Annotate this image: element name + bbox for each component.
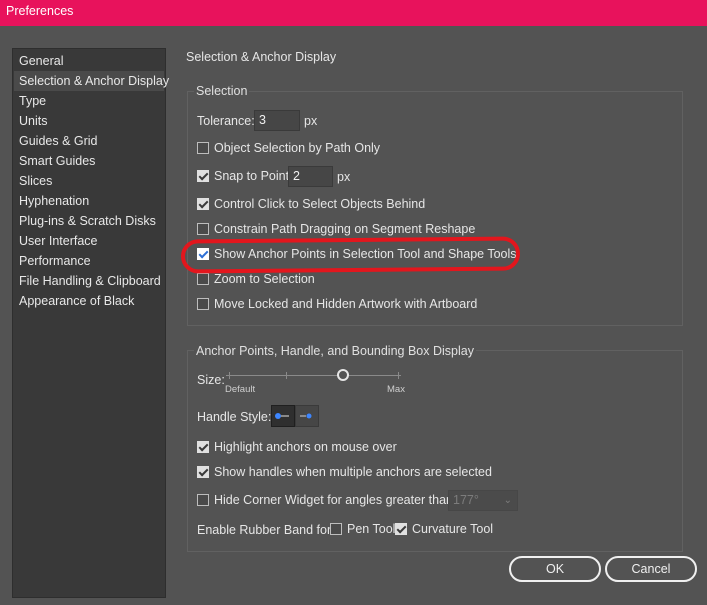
sidebar-item-type[interactable]: Type	[14, 91, 164, 111]
highlight-anchors-row[interactable]: Highlight anchors on mouse over	[197, 438, 397, 456]
constrain-path-label: Constrain Path Dragging on Segment Resha…	[214, 222, 476, 236]
highlight-anchors-label: Highlight anchors on mouse over	[214, 440, 397, 454]
sidebar-item-appearance-of-black[interactable]: Appearance of Black	[14, 291, 164, 311]
preferences-category-list[interactable]: General Selection & Anchor Display Type …	[12, 48, 169, 598]
snap-to-point-unit: px	[337, 170, 351, 184]
sidebar-item-plugins-scratch-disks[interactable]: Plug-ins & Scratch Disks	[14, 211, 164, 231]
handle-solid-icon	[275, 413, 289, 419]
handle-style-label: Handle Style:	[197, 410, 272, 424]
size-slider-tick	[286, 372, 287, 379]
rubber-band-label: Enable Rubber Band for:	[197, 523, 335, 537]
snap-to-point-label: Snap to Point	[214, 169, 290, 183]
curvature-tool-row[interactable]: Curvature Tool	[395, 520, 493, 538]
show-handles-label: Show handles when multiple anchors are s…	[214, 465, 492, 479]
control-click-checkbox[interactable]	[197, 198, 209, 210]
constrain-path-checkbox[interactable]	[197, 223, 209, 235]
hide-corner-widget-row[interactable]: Hide Corner Widget for angles greater th…	[197, 491, 457, 509]
zoom-to-selection-checkbox[interactable]	[197, 273, 209, 285]
sidebar-item-guides-grid[interactable]: Guides & Grid	[14, 131, 164, 151]
show-handles-checkbox[interactable]	[197, 466, 209, 478]
highlight-anchors-checkbox[interactable]	[197, 441, 209, 453]
hide-corner-widget-label: Hide Corner Widget for angles greater th…	[214, 493, 457, 507]
move-locked-label: Move Locked and Hidden Artwork with Artb…	[214, 297, 478, 311]
show-handles-row[interactable]: Show handles when multiple anchors are s…	[197, 463, 492, 481]
sidebar-item-units[interactable]: Units	[14, 111, 164, 131]
curvature-tool-label: Curvature Tool	[412, 522, 494, 536]
sidebar-item-slices[interactable]: Slices	[14, 171, 164, 191]
pen-tool-row[interactable]: Pen Tool	[330, 520, 395, 538]
size-slider-thumb[interactable]	[337, 369, 349, 381]
handle-style-solid-button[interactable]	[271, 405, 295, 427]
size-max-label: Max	[387, 384, 405, 395]
object-selection-by-path-row[interactable]: Object Selection by Path Only	[197, 139, 380, 157]
cancel-button[interactable]: Cancel	[605, 556, 697, 582]
snap-to-point-checkbox[interactable]	[197, 170, 209, 182]
hide-corner-widget-checkbox[interactable]	[197, 494, 209, 506]
sidebar-item-user-interface[interactable]: User Interface	[14, 231, 164, 251]
curvature-tool-checkbox[interactable]	[395, 523, 407, 535]
move-locked-checkbox[interactable]	[197, 298, 209, 310]
sidebar-item-selection-anchor-display[interactable]: Selection & Anchor Display	[14, 71, 169, 91]
size-slider-tick	[398, 372, 399, 379]
title-bar: Preferences	[0, 0, 707, 26]
sidebar-item-performance[interactable]: Performance	[14, 251, 164, 271]
tolerance-input[interactable]: 3	[254, 110, 300, 131]
size-slider-track[interactable]	[226, 375, 401, 376]
sidebar-item-hyphenation[interactable]: Hyphenation	[14, 191, 164, 211]
chevron-down-icon: ⌄	[503, 495, 512, 506]
move-locked-row[interactable]: Move Locked and Hidden Artwork with Artb…	[197, 295, 477, 313]
sidebar-item-file-handling-clipboard[interactable]: File Handling & Clipboard	[14, 271, 164, 291]
sidebar-item-smart-guides[interactable]: Smart Guides	[14, 151, 164, 171]
anchor-display-group-title: Anchor Points, Handle, and Bounding Box …	[194, 344, 476, 358]
corner-angle-value: 177°	[453, 493, 479, 507]
selection-group-title: Selection	[194, 84, 250, 98]
tolerance-unit: px	[304, 114, 318, 128]
corner-angle-dropdown[interactable]: 177° ⌄	[448, 490, 518, 511]
snap-to-point-row[interactable]: Snap to Point	[197, 167, 289, 185]
pen-tool-label: Pen Tool	[347, 522, 396, 536]
snap-to-point-input[interactable]: 2	[288, 166, 333, 187]
object-selection-by-path-checkbox[interactable]	[197, 142, 209, 154]
zoom-to-selection-label: Zoom to Selection	[214, 272, 315, 286]
pen-tool-checkbox[interactable]	[330, 523, 342, 535]
handle-hollow-icon	[300, 413, 312, 419]
object-selection-by-path-label: Object Selection by Path Only	[214, 141, 381, 155]
size-slider-tick	[229, 372, 230, 379]
size-min-label: Default	[225, 384, 256, 395]
control-click-row[interactable]: Control Click to Select Objects Behind	[197, 195, 425, 213]
tolerance-label: Tolerance:	[197, 114, 255, 128]
ok-button[interactable]: OK	[509, 556, 601, 582]
handle-style-hollow-button[interactable]	[295, 405, 319, 427]
size-label: Size:	[197, 373, 225, 387]
window-title: Preferences	[6, 4, 74, 18]
control-click-label: Control Click to Select Objects Behind	[214, 197, 426, 211]
highlight-annotation-circle	[180, 236, 521, 274]
pane-title: Selection & Anchor Display	[186, 50, 337, 64]
constrain-path-row[interactable]: Constrain Path Dragging on Segment Resha…	[197, 220, 475, 238]
sidebar-item-general[interactable]: General	[14, 51, 164, 71]
